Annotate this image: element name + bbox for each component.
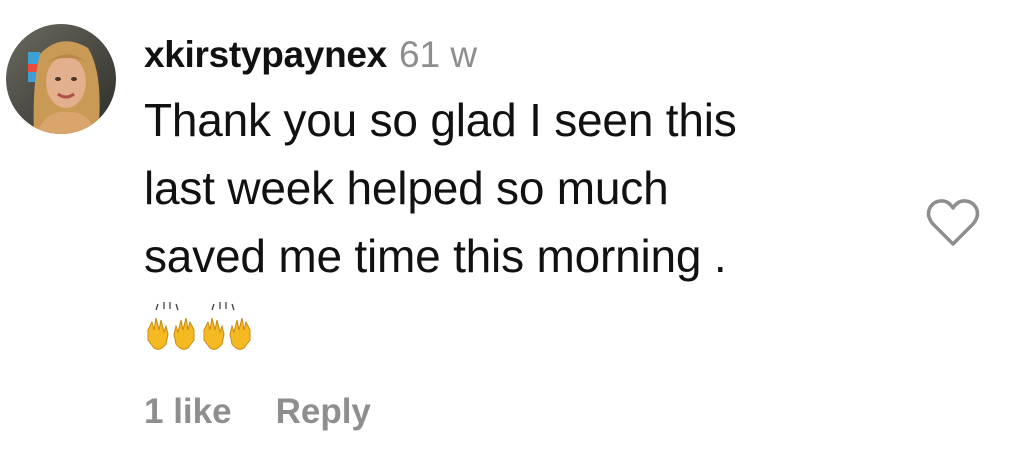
comment-text-line: saved me time this morning . <box>144 230 727 282</box>
heart-outline-icon <box>926 199 980 246</box>
reply-button[interactable]: Reply <box>276 392 371 431</box>
comment-header: xkirstypaynex 61 w <box>144 30 904 80</box>
comment-text-line: last week helped so much <box>144 162 669 214</box>
raising-hands-emoji-icon <box>147 302 251 350</box>
raising-hands-emoji-row <box>144 300 904 356</box>
like-button[interactable] <box>925 198 981 248</box>
avatar[interactable] <box>6 24 116 134</box>
comment-actions: 1 like Reply <box>144 390 371 434</box>
username[interactable]: xkirstypaynex <box>144 34 387 75</box>
likes-count-link[interactable]: 1 like <box>144 392 232 431</box>
avatar-image <box>6 24 116 134</box>
comment-body: xkirstypaynex 61 w Thank you so glad I se… <box>144 30 904 356</box>
timestamp: 61 w <box>398 34 478 75</box>
comment-text-line: Thank you so glad I seen this <box>144 94 737 146</box>
comment-text: Thank you so glad I seen this last week … <box>144 86 904 290</box>
